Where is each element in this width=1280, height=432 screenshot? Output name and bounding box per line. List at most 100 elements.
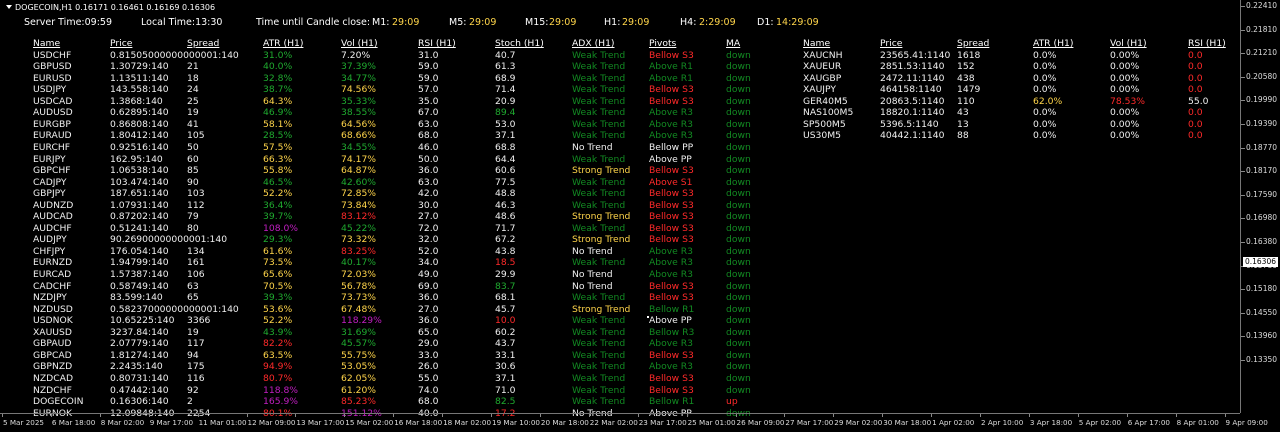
time-axis[interactable]: 5 Mar 2025 6 Mar 18:00 8 Mar 02:00 9 Mar 17…: [0, 413, 1268, 432]
table-cell: 67.0: [418, 107, 439, 119]
time-tick-label: 22 Mar 02:00: [589, 418, 638, 427]
table-cell: Weak Trend: [572, 384, 626, 396]
column-header[interactable]: Stoch (H1): [495, 38, 544, 49]
column-header[interactable]: Name: [33, 38, 60, 49]
column-header[interactable]: Pivots: [649, 38, 676, 49]
table-cell: NZDCHF: [33, 384, 72, 396]
table-cell: down: [726, 257, 751, 269]
column-header[interactable]: Spread: [957, 38, 989, 49]
table-cell: 24: [187, 84, 199, 96]
table-cell: 68.0: [418, 396, 439, 408]
table-cell: 31.69%: [341, 326, 377, 338]
column-header[interactable]: MA: [726, 38, 740, 49]
table-cell: 46.9%: [263, 107, 293, 119]
table-cell: 46.0: [418, 141, 439, 153]
table-cell: 118.8%: [263, 384, 299, 396]
table-cell: 18: [187, 72, 199, 84]
price-axis[interactable]: 0.22410 0.21810 0.21210 0.20580 0.19990 0.193…: [1240, 0, 1280, 413]
table-cell: 1618: [957, 49, 981, 61]
table-cell: 2472.11:1140: [880, 72, 945, 84]
price-tick-label: 0.18770: [1246, 142, 1278, 152]
time-tick-label: 2 Apr 10:00: [981, 418, 1024, 427]
column-header[interactable]: Vol (H1): [1110, 38, 1147, 49]
table-cell: 55.0: [1188, 95, 1209, 107]
price-tick-label: 0.22410: [1246, 1, 1278, 10]
table-cell: 83.7: [495, 280, 516, 292]
table-cell: 23565.41:1140: [880, 49, 951, 61]
column-header[interactable]: ADX (H1): [572, 38, 615, 49]
column-header[interactable]: RSI (H1): [1188, 38, 1226, 49]
table-cell: down: [726, 72, 751, 84]
column-header[interactable]: Spread: [187, 38, 219, 49]
table-cell: 36.0: [418, 165, 439, 177]
table-cell: 90.26900000000001:140: [110, 234, 228, 246]
table-cell: 34.0: [418, 257, 439, 269]
table-cell: 60: [187, 153, 199, 165]
table-cell: Weak Trend: [572, 349, 626, 361]
table-cell: 74.0: [418, 384, 439, 396]
table-cell: 66.3%: [263, 153, 293, 165]
column-header[interactable]: RSI (H1): [418, 38, 456, 49]
table-cell: Bellow S3: [649, 49, 694, 61]
table-cell: AUDCAD: [33, 211, 73, 223]
table-cell: 1.3868:140: [110, 95, 163, 107]
time-tick-label: 25 Mar 01:00: [687, 418, 736, 427]
price-tick-mark: [1241, 218, 1245, 220]
table-cell: 57.5%: [263, 141, 293, 153]
column-header[interactable]: Vol (H1): [341, 38, 378, 49]
time-tick-label: 9 Mar 17:00: [149, 418, 194, 427]
current-price-label: 0.16306: [1243, 257, 1278, 267]
table-cell: 0.0: [1188, 84, 1203, 96]
table-cell: 2: [187, 396, 193, 408]
table-cell: 79: [187, 211, 199, 223]
table-cell: 64.87%: [341, 165, 377, 177]
time-tick-label: 13 Mar 17:00: [296, 418, 345, 427]
table-cell: EURCAD: [33, 269, 72, 280]
column-header[interactable]: ATR (H1): [1033, 38, 1073, 49]
table-cell: 35.33%: [341, 95, 377, 107]
table-cell: 2.07779:140: [110, 338, 169, 350]
table-cell: 0.0: [1188, 130, 1203, 142]
table-cell: 2.2435:140: [110, 361, 163, 373]
table-cell: 30.0: [418, 199, 439, 211]
table-cell: Bellow S3: [649, 188, 694, 200]
column-header[interactable]: Price: [880, 38, 902, 49]
timer-item: Time until Candle close:: [256, 17, 371, 28]
table-cell: 0.87202:140: [110, 211, 169, 223]
table-cell: 0.80731:140: [110, 372, 169, 384]
table-cell: 38.55%: [341, 107, 377, 119]
table-cell: 34.55%: [341, 141, 377, 153]
table-cell: GBPAUD: [33, 338, 72, 350]
table-cell: 39.7%: [263, 211, 293, 223]
price-tick-label: 0.17590: [1246, 189, 1278, 199]
column-header[interactable]: Name: [803, 38, 830, 49]
table-cell: down: [726, 315, 751, 327]
table-cell: Weak Trend: [572, 61, 626, 73]
symbol-title[interactable]: DOGECOIN,H1 0.16171 0.16461 0.16169 0.16…: [6, 3, 215, 12]
table-cell: 53.05%: [341, 361, 377, 373]
table-cell: Strong Trend: [572, 211, 631, 223]
table-cell: 72.0: [418, 222, 439, 234]
table-cell: NAS100M5: [803, 107, 854, 119]
table-cell: 1.13511:140: [110, 72, 169, 84]
column-header[interactable]: Price: [110, 38, 132, 49]
table-cell: XAUCNH: [803, 49, 843, 61]
price-tick-label: 0.20580: [1246, 71, 1278, 81]
table-cell: 36.4%: [263, 199, 293, 211]
table-cell: down: [726, 292, 751, 304]
table-cell: USDCAD: [33, 95, 73, 107]
column-header[interactable]: ATR (H1): [263, 38, 303, 49]
table-cell: 25: [187, 95, 199, 107]
time-tick-mark: [833, 414, 835, 417]
table-cell: 68.66%: [341, 130, 377, 142]
table-cell: 117: [187, 338, 205, 350]
table-cell: 48.8: [495, 188, 516, 200]
table-cell: 0.0%: [1033, 84, 1057, 96]
table-cell: 1.80412:140: [110, 130, 169, 142]
table-cell: 53.0: [495, 118, 516, 130]
table-cell: 134: [187, 245, 205, 257]
time-tick-mark: [50, 414, 52, 417]
table-cell: AUDCHF: [33, 222, 72, 234]
timer-item: M1:: [372, 17, 390, 28]
table-cell: 65.6%: [263, 269, 293, 280]
